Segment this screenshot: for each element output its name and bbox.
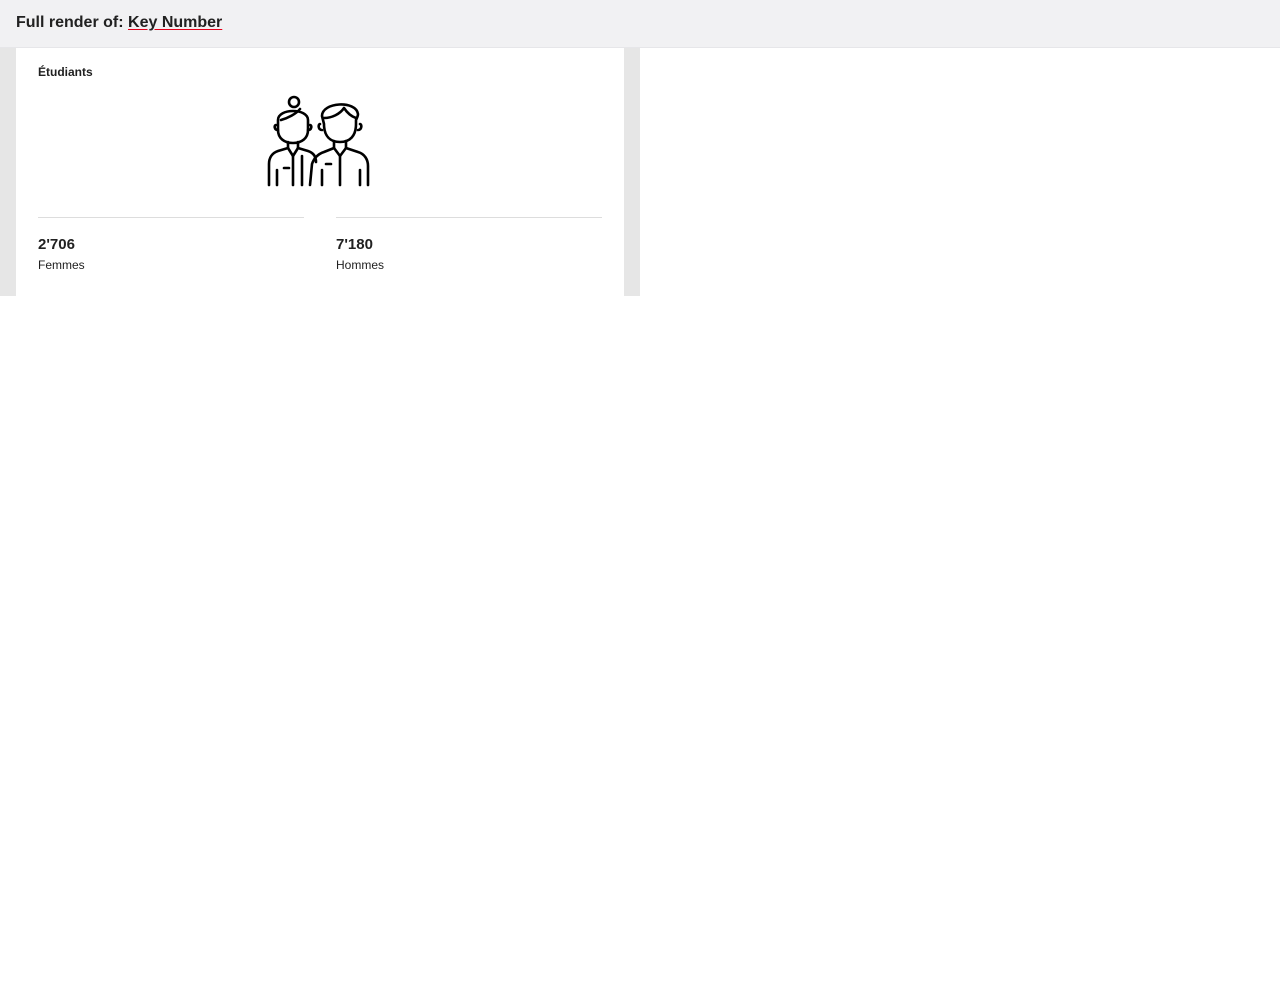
stat-men: 7'180 Hommes (336, 217, 602, 272)
render-header: Full render of: Key Number (0, 0, 1280, 48)
render-header-text: Full render of: Key Number (16, 14, 222, 32)
students-couple-icon (267, 95, 370, 187)
key-number-card: Étudiants 2'706 Femmes 7'180 Hommes (16, 48, 624, 296)
stat-women: 2'706 Femmes (38, 217, 304, 272)
stat-men-value: 7'180 (336, 236, 373, 253)
component-stage: Étudiants 2'706 Femmes 7'180 Hommes (0, 48, 640, 296)
stat-women-label: Femmes (38, 258, 85, 272)
stat-women-value: 2'706 (38, 236, 75, 253)
card-title: Étudiants (38, 65, 93, 79)
stat-men-label: Hommes (336, 258, 385, 272)
key-number-link[interactable]: Key Number (128, 14, 222, 31)
render-header-prefix: Full render of: (16, 14, 124, 31)
